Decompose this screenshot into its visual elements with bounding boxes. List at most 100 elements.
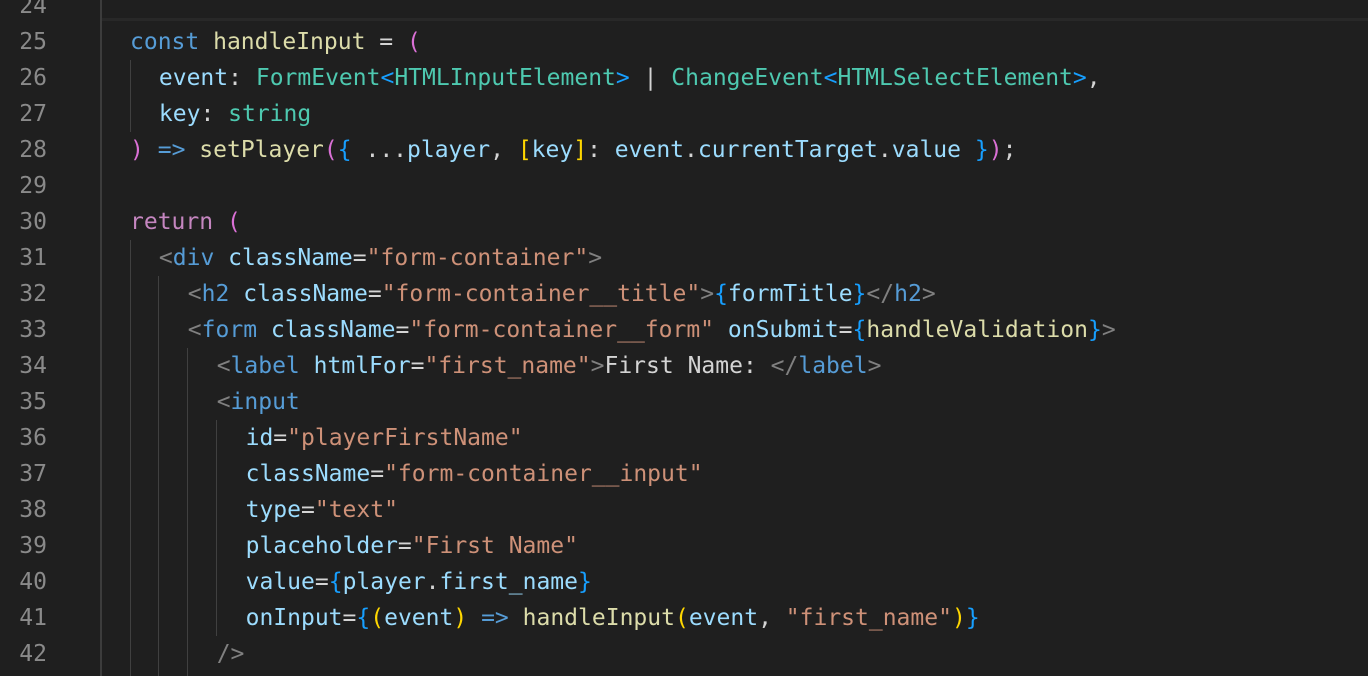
code-text[interactable]: <label htmlFor="first_name">First Name: …: [217, 348, 882, 384]
code-line[interactable]: 38 type="text": [0, 492, 1368, 528]
code-token: ): [988, 137, 1003, 163]
code-line[interactable]: 34 <label htmlFor="first_name">First Name…: [0, 348, 1368, 384]
code-token: event: [614, 137, 685, 163]
line-number: 29: [19, 173, 47, 199]
code-line[interactable]: 32 <h2 className="form-container__title">…: [0, 276, 1368, 312]
line-number: 24: [19, 0, 47, 19]
code-line[interactable]: 33 <form className="form-container__form"…: [0, 312, 1368, 348]
code-token: ]: [573, 137, 588, 163]
code-token: event: [384, 605, 454, 631]
code-line[interactable]: 26 event: FormEvent<HTMLInputElement> | C…: [0, 60, 1368, 96]
code-token: onInput: [245, 605, 343, 631]
code-line[interactable]: 37 className="form-container__input": [0, 456, 1368, 492]
code-token: placeholder: [245, 533, 398, 559]
code-line-top[interactable]: 24: [0, 0, 1368, 24]
code-text[interactable]: className="form-container__input": [246, 456, 703, 492]
code-text[interactable]: <h2 className="form-container__title">{f…: [188, 276, 936, 312]
code-text[interactable]: ) => setPlayer({ ...player, [key]: event…: [130, 132, 1016, 168]
code-token: }: [965, 605, 980, 631]
code-token: </: [770, 353, 799, 379]
code-text[interactable]: id="playerFirstName": [246, 420, 523, 456]
code-token: id: [245, 425, 274, 451]
code-token: >: [700, 281, 715, 307]
code-token: htmlFor: [313, 353, 411, 379]
line-number: 41: [19, 605, 47, 631]
code-token: {: [356, 605, 371, 631]
code-token: (: [674, 605, 689, 631]
code-token: }: [852, 281, 867, 307]
code-editor[interactable]: 24 25 const handleInput = ( 26 event: FormE…: [0, 0, 1368, 676]
code-text[interactable]: const handleInput = (: [130, 24, 421, 60]
code-token: >: [867, 353, 882, 379]
code-token: label: [798, 353, 868, 379]
code-token: "form-container__title": [381, 281, 701, 307]
code-token: value: [891, 137, 962, 163]
code-token: player: [342, 569, 426, 595]
code-line[interactable]: 31 <div className="form-container">: [0, 240, 1368, 276]
code-token: =: [410, 353, 425, 379]
code-line[interactable]: 35 <input: [0, 384, 1368, 420]
code-line[interactable]: 28) => setPlayer({ ...player, [key]: eve…: [0, 132, 1368, 168]
code-token: value: [245, 569, 315, 595]
code-token: form: [201, 317, 258, 343]
code-token: :: [200, 101, 229, 127]
code-token: }: [1087, 317, 1102, 343]
code-token: (: [323, 137, 338, 163]
code-token: =: [352, 245, 367, 271]
code-line[interactable]: 36 id="playerFirstName": [0, 420, 1368, 456]
code-token: h2: [201, 281, 230, 307]
code-line[interactable]: 41 onInput={(event) => handleInput(event,…: [0, 600, 1368, 636]
code-token: }: [578, 569, 592, 595]
code-text[interactable]: onInput={(event) => handleInput(event, "…: [246, 600, 980, 636]
code-text[interactable]: type="text": [246, 492, 398, 528]
line-number: 35: [19, 389, 47, 415]
line-number: 30: [19, 209, 47, 235]
code-token: setPlayer: [199, 137, 324, 163]
code-token: </: [866, 281, 895, 307]
code-text[interactable]: event: FormEvent<HTMLInputElement> | Cha…: [159, 60, 1101, 96]
code-token: ): [951, 605, 966, 631]
code-token: player: [407, 137, 491, 163]
code-text[interactable]: <form className="form-container__form" o…: [188, 312, 1116, 348]
code-line[interactable]: 29: [0, 168, 1368, 204]
line-number: 28: [19, 137, 47, 163]
line-number: 26: [19, 65, 47, 91]
code-line[interactable]: 39 placeholder="First Name": [0, 528, 1368, 564]
line-number: 38: [19, 497, 47, 523]
code-token: div: [172, 245, 215, 271]
code-token: handleValidation: [866, 317, 1088, 343]
indent-guide: [216, 420, 217, 636]
code-line[interactable]: 40 value={player.first_name}: [0, 564, 1368, 600]
code-text[interactable]: <div className="form-container">: [159, 240, 602, 276]
code-token: "first_name": [785, 605, 952, 631]
code-line[interactable]: 42 />: [0, 636, 1368, 672]
code-line[interactable]: 30 return (: [0, 204, 1368, 240]
code-line[interactable]: 27 key: string: [0, 96, 1368, 132]
code-text[interactable]: key: string: [159, 96, 311, 132]
line-number: 25: [19, 29, 47, 55]
code-token: {: [328, 569, 343, 595]
code-token: .: [684, 137, 698, 163]
code-token: type: [245, 497, 301, 523]
code-token: "form-container__input": [384, 461, 703, 487]
code-token: ,: [1086, 65, 1101, 91]
code-text[interactable]: value={player.first_name}: [246, 564, 592, 600]
code-token: FormEvent: [255, 65, 381, 91]
code-text[interactable]: placeholder="First Name": [246, 528, 578, 564]
code-token: >: [590, 353, 605, 379]
code-token: =: [273, 425, 288, 451]
code-text[interactable]: />: [217, 636, 245, 672]
code-token: =: [838, 317, 853, 343]
code-line[interactable]: 25 const handleInput = (: [0, 24, 1368, 60]
code-text[interactable]: return (: [130, 204, 241, 240]
code-token: {: [337, 137, 352, 163]
code-token: First Name:: [604, 353, 771, 379]
code-text[interactable]: <input: [217, 384, 300, 420]
code-token: "form-container__form": [409, 317, 715, 343]
code-token: =>: [157, 137, 186, 163]
